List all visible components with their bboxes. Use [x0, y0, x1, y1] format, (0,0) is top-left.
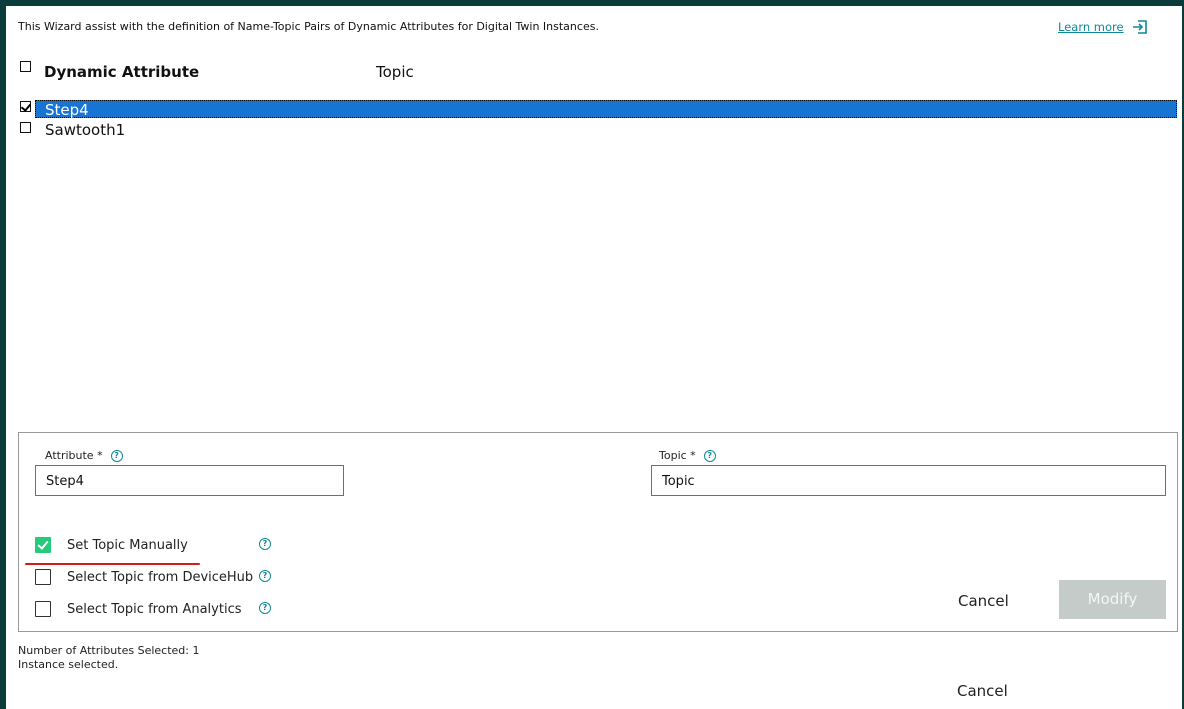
annotation-underline — [25, 563, 200, 565]
topic-label-text: Topic * — [659, 449, 696, 462]
window-frame-top — [0, 0, 1184, 6]
select-topic-analytics-label[interactable]: Select Topic from Analytics — [67, 602, 241, 617]
help-icon[interactable]: ? — [259, 570, 271, 582]
select-topic-devicehub-checkbox[interactable] — [35, 569, 51, 585]
table-row-label[interactable]: Sawtooth1 — [45, 121, 125, 139]
panel-cancel-button[interactable]: Cancel — [958, 592, 1009, 610]
select-topic-devicehub-label[interactable]: Select Topic from DeviceHub — [67, 570, 253, 585]
help-icon[interactable]: ? — [259, 602, 271, 614]
attribute-label-text: Attribute * — [45, 449, 103, 462]
table-row-label[interactable]: Step4 — [45, 101, 89, 119]
table-row-selected-highlight[interactable] — [35, 100, 1177, 118]
external-link-icon — [1132, 20, 1147, 34]
attribute-field-label: Attribute * ? — [45, 449, 123, 462]
learn-more-link[interactable]: Learn more — [1058, 19, 1148, 35]
topic-field-label: Topic * ? — [659, 449, 716, 462]
help-icon[interactable]: ? — [259, 538, 271, 550]
topic-input[interactable]: Topic — [651, 465, 1166, 496]
footer-cancel-button[interactable]: Cancel — [957, 682, 1008, 700]
wizard-intro-text: This Wizard assist with the definition o… — [18, 20, 599, 33]
instance-status-text: Instance selected. — [18, 658, 119, 671]
row-checkbox-sawtooth1[interactable] — [20, 122, 31, 133]
window-frame-left — [0, 0, 6, 709]
learn-more-label: Learn more — [1058, 20, 1124, 34]
help-icon[interactable]: ? — [703, 449, 716, 462]
modify-button[interactable]: Modify — [1059, 580, 1166, 619]
column-header-topic[interactable]: Topic — [376, 63, 414, 81]
select-all-checkbox[interactable] — [20, 61, 31, 72]
selected-count-text: Number of Attributes Selected: 1 — [18, 644, 200, 657]
column-header-dynamic-attribute[interactable]: Dynamic Attribute — [44, 63, 199, 81]
set-topic-manually-label[interactable]: Set Topic Manually — [67, 538, 188, 553]
select-topic-analytics-checkbox[interactable] — [35, 601, 51, 617]
row-checkbox-step4[interactable] — [20, 101, 31, 112]
attribute-input[interactable]: Step4 — [35, 465, 344, 496]
help-icon[interactable]: ? — [110, 449, 123, 462]
set-topic-manually-checkbox[interactable] — [35, 537, 51, 553]
